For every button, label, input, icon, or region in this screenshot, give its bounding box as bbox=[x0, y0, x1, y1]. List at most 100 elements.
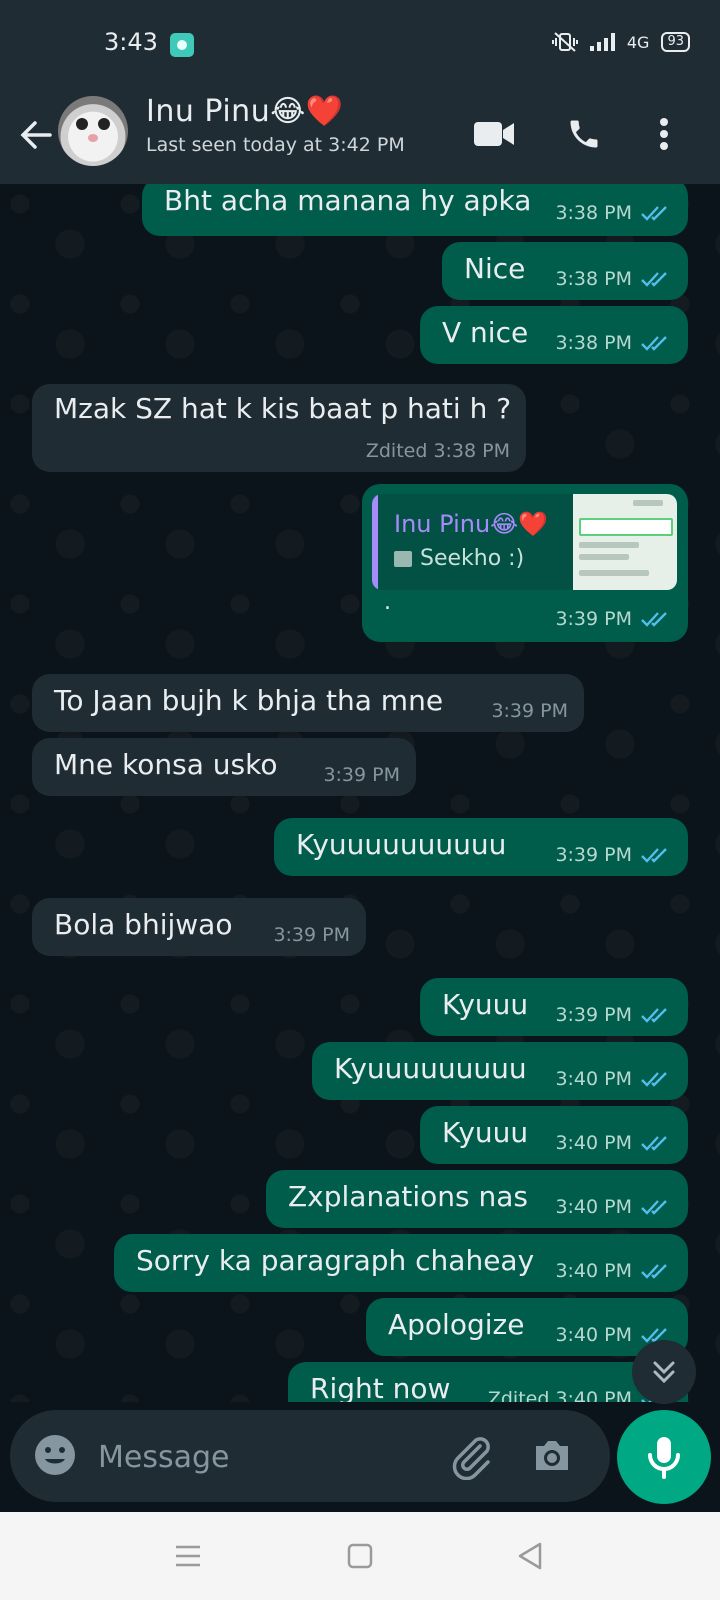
more-vert-icon bbox=[660, 118, 668, 150]
message-text: Bola bhijwao bbox=[54, 908, 233, 941]
message-time: 3:39 PM bbox=[555, 1004, 632, 1026]
message-time: 3:39 PM bbox=[555, 608, 632, 630]
read-ticks-icon bbox=[641, 848, 667, 863]
camera-icon bbox=[536, 1441, 568, 1470]
message-time: Zdited 3:38 PM bbox=[365, 440, 510, 462]
read-ticks-icon bbox=[641, 336, 667, 351]
message-time: 3:39 PM bbox=[323, 764, 400, 786]
message-meta: 3:39 PM bbox=[491, 700, 568, 722]
message-meta: 3:38 PM bbox=[555, 268, 672, 290]
message-meta: 3:40 PM bbox=[555, 1068, 672, 1090]
message-text: To Jaan bujh k bhja tha mne bbox=[54, 684, 444, 717]
message-meta: 3:40 PM bbox=[555, 1132, 672, 1154]
message-meta: Zdited 3:38 PM bbox=[366, 440, 510, 462]
home-button[interactable] bbox=[338, 1534, 382, 1578]
message-text: Right now bbox=[310, 1372, 451, 1402]
read-ticks-icon bbox=[641, 206, 667, 221]
message-time: 3:38 PM bbox=[555, 202, 632, 224]
message-out[interactable]: Zxplanations nas 3:40 PM bbox=[266, 1170, 688, 1228]
app-notification-icon bbox=[170, 33, 194, 57]
home-square-icon bbox=[347, 1543, 373, 1569]
message-time: 3:39 PM bbox=[555, 844, 632, 866]
message-meta: 3:40 PM bbox=[555, 1260, 672, 1282]
message-text: Apologize bbox=[388, 1308, 525, 1341]
signal-icon bbox=[589, 33, 615, 51]
read-ticks-icon bbox=[641, 1136, 667, 1151]
message-text: Kyuuuuuuuuu bbox=[334, 1052, 527, 1085]
message-time: 3:40 PM bbox=[555, 1132, 632, 1154]
message-meta: 3:40 PM bbox=[555, 1196, 672, 1218]
message-in[interactable]: Mne konsa usko 3:39 PM bbox=[32, 738, 416, 796]
image-icon bbox=[394, 550, 412, 567]
camera-button[interactable] bbox=[528, 1432, 576, 1480]
back-arrow-icon bbox=[20, 121, 52, 149]
quoted-image-thumbnail bbox=[573, 494, 677, 590]
message-out[interactable]: Bht acha manana hy apka 3:38 PM bbox=[142, 184, 688, 236]
message-in[interactable]: Bola bhijwao 3:39 PM bbox=[32, 898, 366, 956]
status-bar: 3:43 4G 93 bbox=[0, 0, 720, 88]
emoji-button[interactable] bbox=[32, 1432, 78, 1478]
message-out[interactable]: Right now Zdited 3:40 PM bbox=[288, 1362, 688, 1402]
attach-button[interactable] bbox=[446, 1432, 494, 1481]
message-time: 3:40 PM bbox=[555, 1324, 632, 1346]
recents-button[interactable] bbox=[166, 1534, 210, 1578]
message-text: Zxplanations nas bbox=[288, 1180, 528, 1213]
message-time: 3:40 PM bbox=[555, 1260, 632, 1282]
message-text: Mzak SZ hat k kis baat p hati h ? bbox=[54, 392, 512, 425]
message-out[interactable]: Apologize 3:40 PM bbox=[366, 1298, 688, 1356]
read-ticks-icon bbox=[641, 272, 667, 287]
contact-avatar[interactable] bbox=[58, 96, 128, 166]
message-text: Kyuuu bbox=[442, 988, 529, 1021]
read-ticks-icon bbox=[641, 1264, 667, 1279]
message-time: 3:38 PM bbox=[555, 268, 632, 290]
message-in[interactable]: To Jaan bujh k bhja tha mne 3:39 PM bbox=[32, 674, 584, 732]
back-button[interactable] bbox=[14, 112, 60, 158]
status-time: 3:43 bbox=[104, 28, 158, 56]
vibrate-icon bbox=[551, 32, 578, 52]
battery-icon: 93 bbox=[661, 32, 690, 52]
message-out[interactable]: Kyuuu 3:39 PM bbox=[420, 978, 688, 1036]
message-out[interactable]: Kyuuu 3:40 PM bbox=[420, 1106, 688, 1164]
mic-icon bbox=[648, 1437, 680, 1479]
quoted-message[interactable]: Inu Pinu😂❤️ Seekho :) bbox=[372, 494, 677, 590]
contact-name[interactable]: Inu Pinu😂❤️ bbox=[146, 94, 344, 129]
read-ticks-icon bbox=[641, 1008, 667, 1023]
phone-icon bbox=[570, 120, 598, 148]
message-out[interactable]: Kyuuuuuuuuu 3:40 PM bbox=[312, 1042, 688, 1100]
message-text: Mne konsa usko bbox=[54, 748, 278, 781]
message-meta: 3:39 PM bbox=[555, 844, 672, 866]
quote-bar bbox=[372, 494, 378, 590]
quoted-text: Seekho :) bbox=[394, 546, 524, 571]
message-meta: 3:38 PM bbox=[555, 202, 672, 224]
message-out-reply[interactable]: Inu Pinu😂❤️ Seekho :) . 3:39 PM bbox=[362, 484, 688, 642]
message-meta: 3:39 PM bbox=[273, 924, 350, 946]
more-options-button[interactable] bbox=[640, 110, 688, 158]
message-input[interactable] bbox=[96, 1430, 430, 1484]
message-text: Sorry ka paragraph chaheay bbox=[136, 1244, 535, 1277]
read-ticks-icon bbox=[641, 612, 667, 627]
message-text: Kyuuu bbox=[442, 1116, 529, 1149]
quoted-sender: Inu Pinu😂❤️ bbox=[394, 510, 549, 538]
message-time: 3:38 PM bbox=[555, 332, 632, 354]
message-list[interactable]: Bht acha manana hy apka 3:38 PM Nice 3:3… bbox=[0, 184, 720, 1402]
video-call-button[interactable] bbox=[470, 110, 518, 158]
status-icons: 4G 93 bbox=[551, 32, 690, 52]
message-time: 3:39 PM bbox=[273, 924, 350, 946]
network-type: 4G bbox=[626, 32, 650, 52]
message-out[interactable]: Sorry ka paragraph chaheay 3:40 PM bbox=[114, 1234, 688, 1292]
system-back-button[interactable] bbox=[508, 1534, 552, 1578]
voice-message-button[interactable] bbox=[617, 1410, 711, 1504]
message-meta: 3:38 PM bbox=[555, 332, 672, 354]
message-meta: 3:39 PM bbox=[323, 764, 400, 786]
voice-call-button[interactable] bbox=[560, 110, 608, 158]
message-meta: 3:39 PM bbox=[555, 1004, 672, 1026]
message-out[interactable]: Kyuuuuuuuuuu 3:39 PM bbox=[274, 818, 688, 876]
scroll-to-bottom-button[interactable] bbox=[632, 1340, 696, 1404]
message-out[interactable]: V nice 3:38 PM bbox=[420, 306, 688, 364]
menu-icon bbox=[176, 1545, 200, 1567]
emoji-icon bbox=[35, 1435, 75, 1475]
message-meta: 3:39 PM bbox=[555, 608, 672, 630]
message-out[interactable]: Nice 3:38 PM bbox=[442, 242, 688, 300]
message-in[interactable]: Mzak SZ hat k kis baat p hati h ? Zdited… bbox=[32, 384, 526, 472]
message-time: Zdited 3:40 PM bbox=[487, 1388, 632, 1402]
